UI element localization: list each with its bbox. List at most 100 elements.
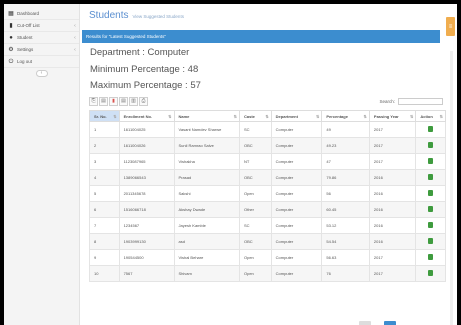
action-cell: [415, 233, 446, 250]
column-header[interactable]: Percentage ⇅: [321, 110, 370, 122]
table-cell: Computer: [270, 217, 323, 234]
column-header[interactable]: Caste ⇅: [238, 110, 272, 122]
sidebar-item-label: Log out: [17, 59, 33, 64]
table-cell: 6: [89, 201, 120, 218]
sort-icon: ⇅: [265, 114, 269, 119]
table-cell: Vishakha: [173, 153, 240, 170]
chevron-left-icon: ‹: [74, 22, 76, 29]
table-cell: Open: [238, 249, 272, 266]
user-icon: ●: [9, 34, 13, 41]
chevron-left-icon: ‹: [74, 34, 76, 41]
copy-icon[interactable]: ⎘: [89, 97, 98, 106]
table-cell: 2017: [368, 153, 417, 170]
column-header[interactable]: Name ⇅: [173, 110, 240, 122]
action-cell: [415, 217, 446, 234]
table-cell: Computer: [270, 233, 323, 250]
table-cell: 60.45: [321, 201, 370, 218]
table-cell: Vishal Behare: [173, 249, 240, 266]
table-cell: 2016: [368, 169, 417, 186]
column-header-label: Sr. No.: [94, 113, 107, 119]
action-cell: [415, 153, 446, 170]
view-icon[interactable]: [428, 158, 434, 164]
sidebar-item-dashboard[interactable]: ▦ Dashboard: [4, 8, 79, 20]
view-icon[interactable]: [428, 222, 434, 228]
table-cell: 49: [321, 121, 370, 138]
view-icon[interactable]: [428, 270, 434, 276]
table-cell: 190544500: [118, 249, 175, 266]
table-cell: 76: [321, 265, 370, 282]
department-label: Department : Computer: [90, 47, 190, 58]
view-icon[interactable]: [428, 190, 434, 196]
table-row: 8 1903999130 asd OBC Computer 54.54 2016: [89, 233, 446, 250]
view-icon[interactable]: [428, 126, 434, 132]
pdf-icon[interactable]: ▮: [109, 97, 118, 106]
pagination-previous[interactable]: [359, 321, 371, 325]
table-row: 1 1611004025 Vasant Namdev Sharwe SC Compute…: [89, 121, 446, 138]
table-cell: 1234567: [118, 217, 175, 234]
column-header-label: Enrollment No.: [123, 113, 153, 119]
column-header-label: Caste: [243, 113, 255, 119]
table-cell: 4: [89, 169, 120, 186]
excel-icon[interactable]: ▤: [119, 97, 128, 106]
table-cell: 2016: [368, 201, 417, 218]
power-icon: ⏻: [8, 58, 14, 65]
columns-icon[interactable]: ▥: [129, 97, 138, 106]
sort-icon: ⇅: [113, 114, 117, 119]
table-cell: OBC: [238, 233, 272, 250]
column-header[interactable]: Passing Year ⇅: [368, 110, 417, 122]
table-cell: 49.23: [321, 137, 370, 154]
view-icon[interactable]: [428, 206, 434, 212]
column-header-label: Percentage: [326, 113, 348, 119]
sidebar-item-student[interactable]: ● Student ‹: [4, 32, 79, 44]
action-cell: [415, 137, 446, 154]
view-icon[interactable]: [428, 174, 434, 180]
view-icon[interactable]: [428, 238, 434, 244]
table-cell: SC: [238, 121, 272, 138]
table-cell: 3: [89, 153, 120, 170]
sort-icon: ⇅: [316, 114, 320, 119]
action-cell: [415, 265, 446, 282]
table-cell: 7567: [118, 265, 175, 282]
table-cell: 2017: [368, 249, 417, 266]
table-cell: 56: [321, 185, 370, 202]
table-cell: OBC: [238, 137, 272, 154]
view-icon[interactable]: [428, 142, 434, 148]
sidebar-item-log-out[interactable]: ⏻ Log out: [4, 56, 79, 68]
sidebar-item-cut-off-list[interactable]: ▮ Cut-Off List ‹: [4, 20, 79, 32]
table-cell: Computer: [270, 121, 323, 138]
vertical-scrollbar[interactable]: [450, 51, 453, 325]
sidebar-collapse-button[interactable]: ‹: [35, 70, 48, 77]
bar-chart-icon: ▮: [9, 22, 13, 29]
table-search: Search:: [379, 98, 443, 105]
csv-icon[interactable]: ▤: [99, 97, 108, 106]
view-icon[interactable]: [428, 254, 434, 260]
user-menu-button[interactable]: ≡: [446, 17, 455, 36]
user-icon: ≡: [448, 23, 453, 30]
pagination-current[interactable]: [384, 321, 396, 325]
print-icon[interactable]: ⎙: [139, 97, 148, 106]
table-header-row: Sr. No. ⇅ Enrollment No. ⇅ Name ⇅ Caste ⇅ Depart…: [89, 110, 446, 122]
column-header[interactable]: Department ⇅: [270, 110, 323, 122]
table-cell: 8: [89, 233, 120, 250]
table-cell: 1: [89, 121, 120, 138]
table-cell: 1611004026: [118, 137, 175, 154]
table-cell: Computer: [270, 201, 323, 218]
sidebar-item-settings[interactable]: ⚙ Settings ‹: [4, 44, 79, 56]
sort-icon: ⇅: [233, 114, 237, 119]
table-cell: Computer: [270, 153, 323, 170]
dashboard-icon: ▦: [8, 10, 14, 17]
page-title: Students: [89, 9, 129, 21]
column-header[interactable]: Sr. No. ⇅: [89, 110, 120, 122]
sort-icon: ⇅: [363, 114, 367, 119]
column-header[interactable]: Action ⇅: [415, 110, 446, 122]
results-banner: Results for "Latest Suggested Students": [82, 30, 440, 43]
search-input[interactable]: [398, 98, 443, 105]
column-header[interactable]: Enrollment No. ⇅: [118, 110, 175, 122]
table-cell: Other: [238, 201, 272, 218]
table-cell: 2011345678: [118, 185, 175, 202]
table-cell: Akshay Dwade: [173, 201, 240, 218]
table-cell: Jayesh Kamble: [173, 217, 240, 234]
table-cell: Open: [238, 185, 272, 202]
column-header-label: Passing Year: [373, 113, 399, 119]
table-cell: 2017: [368, 265, 417, 282]
